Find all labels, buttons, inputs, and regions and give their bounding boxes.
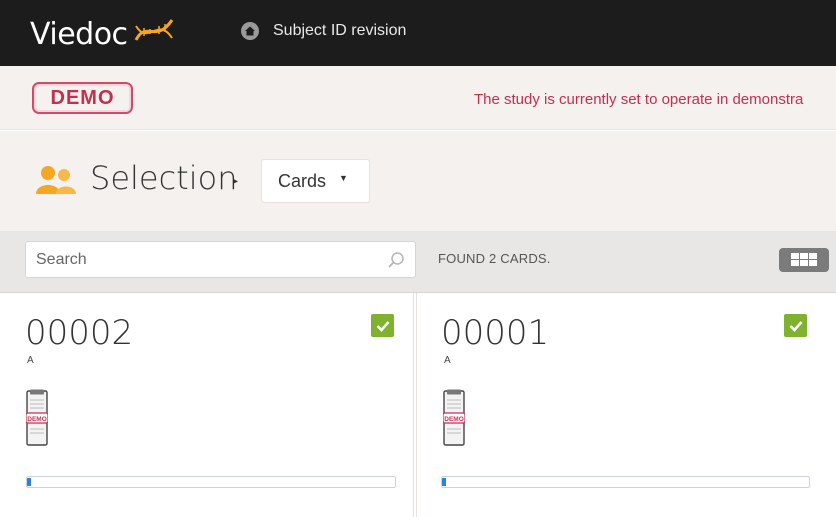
users-icon (36, 166, 76, 194)
subject-card[interactable]: 00001 A DEMO (416, 293, 836, 517)
subject-site: A (444, 355, 451, 366)
view-mode-dropdown[interactable]: Cards ▼ (261, 159, 370, 203)
demo-banner: DEMO The study is currently set to opera… (0, 66, 836, 130)
results-count: FOUND 2 CARDS. (438, 251, 551, 266)
grid-view-toggle[interactable] (779, 248, 829, 272)
viedoc-logo[interactable]: Viedoc (30, 16, 178, 52)
subject-site: A (27, 355, 34, 366)
grid-view-icon (791, 253, 817, 266)
dna-logo-icon (134, 19, 173, 41)
top-navigation-bar: Viedoc Subject ID revision (0, 0, 836, 66)
progress-fill (27, 478, 31, 486)
subject-id: 00001 (441, 313, 550, 353)
check-icon[interactable] (371, 314, 394, 337)
search-input[interactable] (36, 242, 376, 277)
progress-bar (441, 476, 810, 488)
doc-demo-label: DEMO (444, 416, 464, 423)
logo-text: Viedoc (30, 16, 128, 52)
clipboard-document-icon[interactable]: DEMO (26, 389, 48, 447)
page-title: Selection (90, 159, 238, 197)
demo-message: The study is currently set to operate in… (474, 91, 804, 108)
breadcrumb-separator: ▸ (233, 176, 239, 187)
selection-header: Selection ▸ Cards ▼ (0, 131, 836, 231)
clipboard-document-icon[interactable]: DEMO (443, 389, 465, 447)
search-field[interactable] (25, 241, 416, 278)
nav-subject-id-revision[interactable]: Subject ID revision (240, 21, 406, 41)
search-icon[interactable] (387, 251, 405, 269)
doc-demo-label: DEMO (27, 416, 47, 423)
nav-title: Subject ID revision (273, 22, 407, 39)
home-icon (241, 22, 259, 40)
check-icon[interactable] (784, 314, 807, 337)
filter-toolbar: FOUND 2 CARDS. (0, 231, 836, 293)
subject-card[interactable]: 00002 A DEMO (0, 293, 414, 517)
demo-badge: DEMO (32, 82, 133, 114)
subject-id: 00002 (25, 313, 134, 353)
view-mode-label: Cards (278, 170, 327, 191)
progress-bar (26, 476, 396, 488)
caret-down-icon: ▼ (339, 173, 348, 183)
progress-fill (442, 478, 446, 486)
